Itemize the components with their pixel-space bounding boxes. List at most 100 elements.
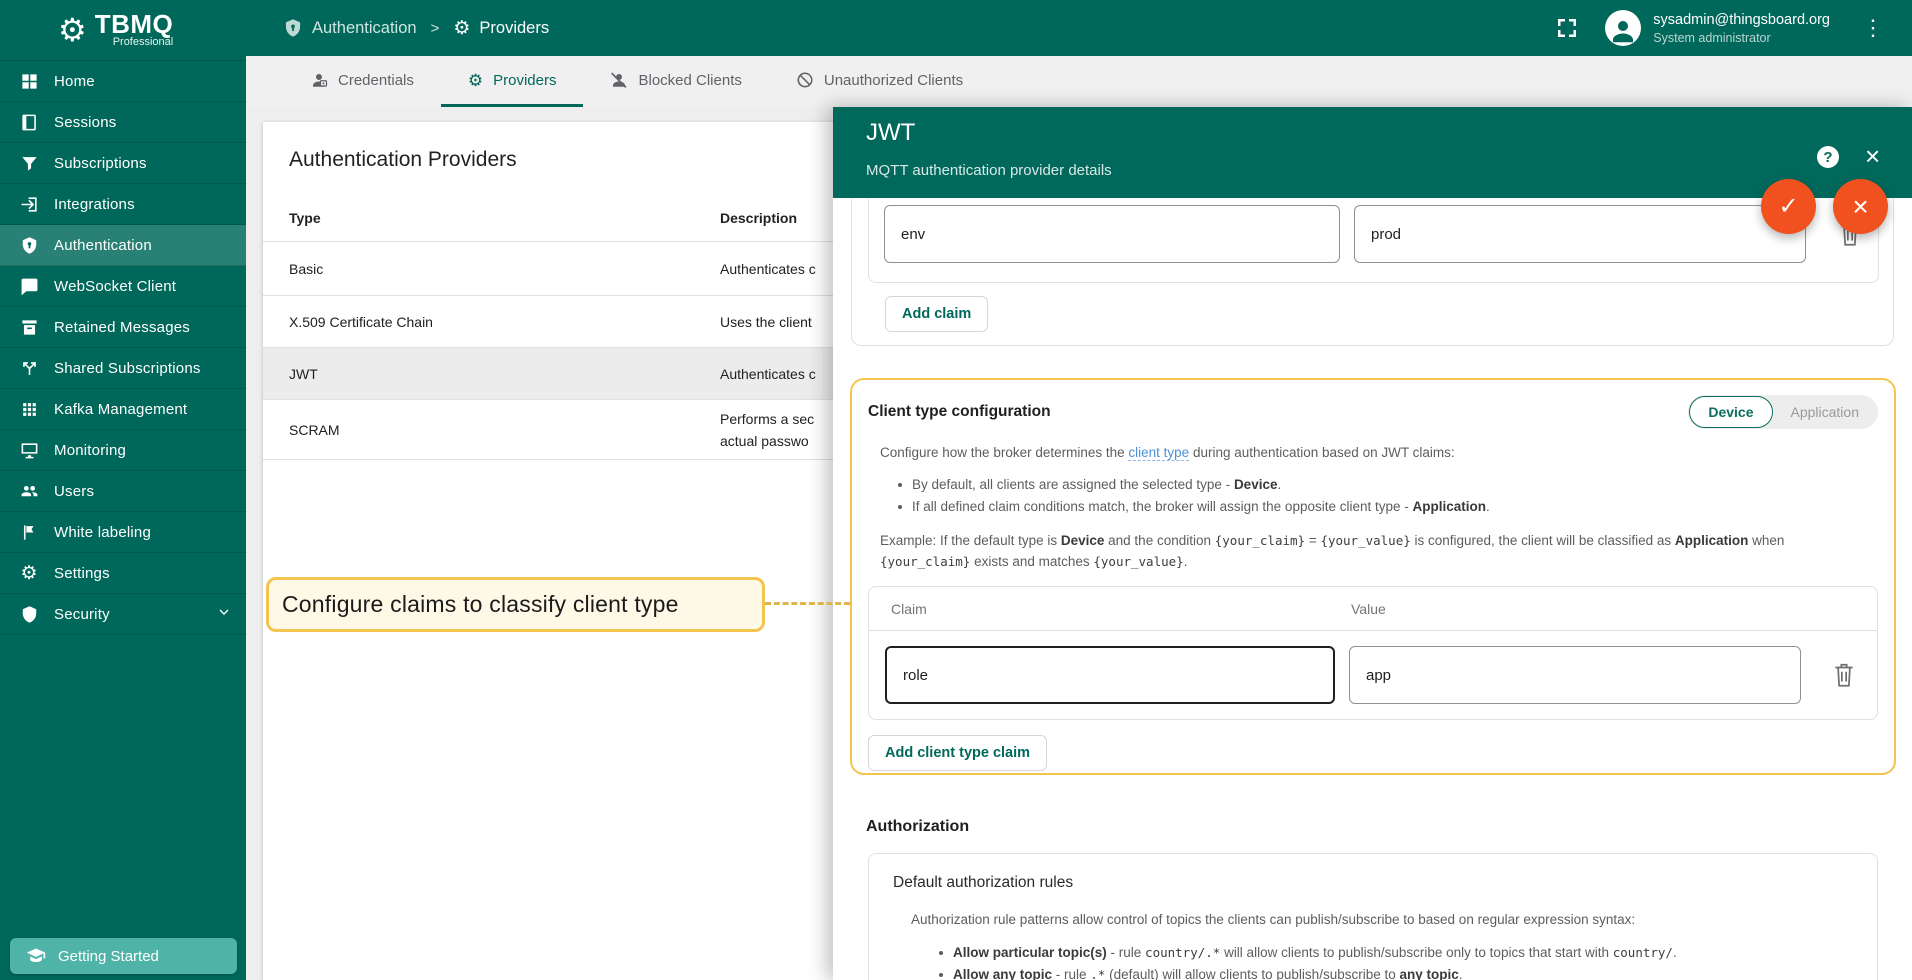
confirm-button[interactable]: ✓ — [1761, 179, 1816, 234]
input-icon — [19, 194, 39, 214]
bullet-allow-particular: Allow particular topic(s) - rule country… — [939, 942, 1853, 964]
client-type-bullets: By default, all clients are assigned the… — [898, 474, 1878, 518]
user-role: System administrator — [1653, 31, 1830, 45]
tab-blocked-clients[interactable]: Blocked Clients — [583, 56, 768, 107]
sidebar-item-retained-messages[interactable]: Retained Messages — [0, 307, 246, 348]
sidebar-item-white-labeling[interactable]: White labeling — [0, 512, 246, 553]
more-menu-icon[interactable]: ⋮ — [1856, 17, 1890, 39]
claims-card: Add claim — [851, 198, 1894, 346]
sidebar-item-users[interactable]: Users — [0, 471, 246, 512]
delete-client-type-claim-icon[interactable] — [1831, 661, 1857, 689]
tab-credentials[interactable]: Credentials — [283, 56, 441, 107]
archive-icon — [19, 317, 39, 337]
column-description: Description — [720, 210, 797, 226]
bullet-allow-any: Allow any topic - rule .* (default) will… — [939, 964, 1853, 980]
sidebar-item-home[interactable]: Home — [0, 61, 246, 102]
client-type-claim-input[interactable] — [885, 646, 1335, 704]
value-column-header: Value — [1351, 601, 1386, 617]
sidebar-item-sessions[interactable]: Sessions — [0, 102, 246, 143]
toggle-application[interactable]: Application — [1773, 396, 1878, 428]
client-type-value-input[interactable] — [1349, 646, 1801, 704]
auth-tabs: Credentials ⚙ Providers Blocked Clients … — [246, 56, 1912, 107]
person-icon — [1608, 16, 1638, 46]
add-claim-button[interactable]: Add claim — [885, 296, 988, 332]
tbmq-logo-icon: ⚙ — [58, 14, 87, 46]
user-lock-icon — [310, 71, 328, 89]
tab-unauthorized-clients[interactable]: Unauthorized Clients — [769, 56, 990, 107]
book-icon — [19, 112, 39, 132]
panel-body: Add claim Client type configuration Devi… — [833, 198, 1912, 980]
brand-logo[interactable]: ⚙ TBMQ Professional — [0, 0, 246, 60]
person-off-icon — [610, 71, 628, 89]
panel-title: JWT — [866, 119, 915, 147]
callout-annotation: Configure claims to classify client type — [266, 577, 765, 632]
sidebar-item-monitoring[interactable]: Monitoring — [0, 430, 246, 471]
column-type: Type — [263, 210, 720, 226]
sidebar-item-websocket-client[interactable]: WebSocket Client — [0, 266, 246, 307]
top-bar: Authentication > ⚙ Providers sysadmin@th… — [246, 0, 1912, 56]
sidebar-nav: Home Sessions Subscriptions Integrations… — [0, 60, 246, 635]
tbmq-app: ⚙ TBMQ Professional Home Sessions Subscr… — [0, 0, 1912, 980]
sidebar-item-subscriptions[interactable]: Subscriptions — [0, 143, 246, 184]
graduation-cap-icon — [26, 946, 46, 966]
close-icon[interactable]: × — [1865, 143, 1880, 169]
sidebar-item-security[interactable]: Security — [0, 594, 246, 635]
authorization-bullets: Allow particular topic(s) - rule country… — [939, 942, 1853, 980]
add-client-type-claim-button[interactable]: Add client type claim — [868, 735, 1047, 771]
claim-value-input[interactable] — [1354, 205, 1806, 263]
brand-name: TBMQ — [95, 12, 174, 36]
toggle-device[interactable]: Device — [1689, 396, 1772, 428]
authorization-intro: Authorization rule patterns allow contro… — [911, 909, 1853, 930]
claim-name-input[interactable] — [884, 205, 1340, 263]
apps-grid-icon — [19, 399, 39, 419]
gear-icon: ⚙ — [19, 563, 39, 583]
sidebar-item-shared-subscriptions[interactable]: Shared Subscriptions — [0, 348, 246, 389]
default-rules-title: Default authorization rules — [893, 874, 1853, 892]
authorization-title: Authorization — [866, 818, 969, 836]
sidebar-item-settings[interactable]: ⚙ Settings — [0, 553, 246, 594]
gear-icon: ⚙ — [468, 72, 483, 89]
shield-lock-icon — [19, 235, 39, 255]
fullscreen-icon[interactable] — [1555, 16, 1579, 40]
brand-edition: Professional — [95, 36, 174, 48]
client-type-toggle: Device Application — [1688, 395, 1878, 429]
monitor-icon — [19, 440, 39, 460]
shield-lock-icon — [283, 18, 303, 38]
block-icon — [796, 71, 814, 89]
grid-icon — [19, 71, 39, 91]
sidebar-item-integrations[interactable]: Integrations — [0, 184, 246, 225]
user-email: sysadmin@thingsboard.org — [1653, 12, 1830, 28]
section-title: Client type configuration — [868, 403, 1051, 421]
cancel-button[interactable]: × — [1833, 179, 1888, 234]
sidebar: ⚙ TBMQ Professional Home Sessions Subscr… — [0, 0, 246, 980]
help-icon[interactable]: ? — [1817, 146, 1839, 168]
getting-started-button[interactable]: Getting Started — [10, 938, 237, 974]
avatar[interactable] — [1605, 10, 1641, 46]
jwt-detail-panel: Add claim Client type configuration Devi… — [833, 107, 1912, 980]
chat-icon — [19, 276, 39, 296]
callout-dashed-connector — [765, 602, 850, 605]
bullet-claim-match: If all defined claim conditions match, t… — [898, 496, 1878, 518]
panel-subtitle: MQTT authentication provider details — [866, 162, 1112, 179]
client-type-intro: Configure how the broker determines the … — [880, 442, 1878, 463]
sidebar-item-authentication[interactable]: Authentication — [0, 225, 246, 266]
shield-icon — [19, 604, 39, 624]
client-type-claims-table: Claim Value — [868, 586, 1878, 720]
breadcrumb: Authentication > ⚙ Providers — [283, 18, 549, 38]
panel-header: JWT MQTT authentication provider details… — [833, 107, 1912, 198]
sidebar-item-kafka-management[interactable]: Kafka Management — [0, 389, 246, 430]
people-icon — [19, 481, 39, 501]
format-paint-icon — [19, 522, 39, 542]
breadcrumb-providers[interactable]: ⚙ Providers — [453, 19, 549, 38]
authorization-card: Default authorization rules Authorizatio… — [868, 853, 1878, 980]
claim-column-header: Claim — [891, 601, 927, 617]
client-type-link[interactable]: client type — [1128, 445, 1189, 461]
bullet-default-type: By default, all clients are assigned the… — [898, 474, 1878, 496]
client-type-example: Example: If the default type is Device a… — [880, 530, 1870, 572]
breadcrumb-authentication[interactable]: Authentication — [283, 18, 417, 38]
chevron-down-icon — [216, 604, 232, 625]
breadcrumb-separator: > — [431, 20, 440, 37]
filter-icon — [19, 153, 39, 173]
tab-providers[interactable]: ⚙ Providers — [441, 56, 584, 107]
client-type-configuration-section: Client type configuration Device Applica… — [850, 378, 1896, 775]
